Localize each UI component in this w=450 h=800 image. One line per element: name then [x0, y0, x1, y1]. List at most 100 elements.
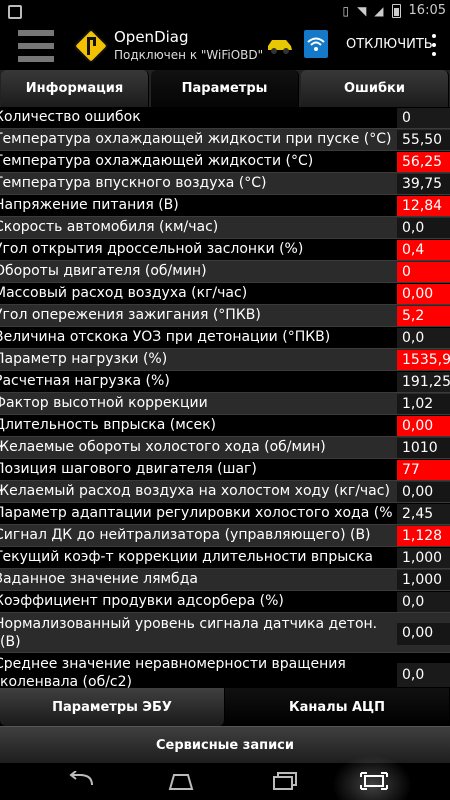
parameter-value: 0,0 [397, 328, 450, 348]
parameter-row[interactable]: Количество ошибок 0 [0, 107, 450, 129]
parameter-value: 0,00 [397, 416, 450, 436]
back-icon[interactable] [66, 769, 96, 793]
parameter-label: Угол открытия дроссельной заслонки (%) [0, 241, 304, 257]
parameter-value: 0,00 [397, 623, 450, 645]
wifi-signal-icon: ◥ [357, 3, 367, 18]
parameter-row[interactable]: Температура впускного воздуха (°C) 39,75 [0, 173, 450, 195]
parameter-value: 1,000 [397, 548, 450, 568]
status-icons: ▯ ◥ ◢ 16:05 [342, 3, 446, 18]
parameter-value: 0,0 [397, 218, 450, 238]
fullscreen-icon[interactable] [356, 769, 392, 793]
status-bar: ▯ ◥ ◢ 16:05 [0, 0, 450, 24]
parameter-row[interactable]: Скорость автомобиля (км/час) 0,0 [0, 217, 450, 239]
clock: 16:05 [408, 3, 446, 18]
parameter-label: Сигнал ДК до нейтрализатора (управляющег… [0, 527, 371, 543]
wifi-adapter-icon[interactable] [304, 30, 328, 58]
navigation-bar [0, 755, 450, 800]
parameter-label: Обороты двигателя (об/мин) [0, 263, 207, 279]
tab-ecu-parameters[interactable]: Параметры ЭБУ [0, 688, 225, 726]
parameter-row[interactable]: Обороты двигателя (об/мин) 0 [0, 261, 450, 283]
image-notification-icon [8, 5, 22, 19]
parameter-row[interactable]: Желаемые обороты холостого хода (об/мин)… [0, 437, 450, 459]
parameter-value: 55,50 [397, 130, 450, 150]
vibrate-icon: ▯ [342, 3, 350, 18]
parameter-value: 0,00 [397, 482, 450, 502]
app-title: OpenDiag [114, 28, 189, 46]
parameter-row[interactable]: Величина отскока УОЗ при детонации (°ПКВ… [0, 327, 450, 349]
car-icon [268, 40, 292, 54]
parameter-row[interactable]: Параметр адаптации регулировки холостого… [0, 503, 450, 525]
parameter-row[interactable]: Температура охлаждающей жидкости (°C) 56,… [0, 151, 450, 173]
parameter-list[interactable]: Количество ошибок 0 Температура охлаждающе… [0, 107, 450, 697]
parameter-row[interactable]: Угол открытия дроссельной заслонки (%) 0,… [0, 239, 450, 261]
parameter-row[interactable]: Коэффициент продувки адсорбера (%) 0,0 [0, 591, 450, 613]
parameter-row[interactable]: Расчетная нагрузка (%) 191,25 [0, 371, 450, 393]
parameter-value: 0 [397, 262, 450, 282]
no-signal-icon: ◢ [374, 3, 384, 18]
parameter-label: Фактор высотной коррекции [0, 395, 208, 411]
parameter-value: 0,00 [397, 284, 450, 304]
app-logo-icon [74, 29, 108, 63]
overflow-menu-icon[interactable] [428, 34, 440, 56]
parameter-label: Параметр адаптации регулировки холостого… [0, 505, 392, 521]
parameter-label: Угол опережения зажигания (°ПКВ) [0, 307, 261, 323]
recent-apps-icon[interactable] [270, 769, 300, 793]
parameter-row[interactable]: Желаемый расход воздуха на холостом ходу… [0, 481, 450, 503]
parameter-row[interactable]: Массовый расход воздуха (кг/час) 0,00 [0, 283, 450, 305]
home-icon[interactable] [166, 769, 196, 793]
parameter-value: 39,75 [397, 174, 450, 194]
parameter-label: Желаемые обороты холостого хода (об/мин) [0, 439, 326, 455]
parameter-row[interactable]: Длительность впрыска (мсек) 0,00 [0, 415, 450, 437]
parameter-label: Длительность впрыска (мсек) [0, 417, 217, 433]
parameter-value: 77 [397, 460, 450, 480]
parameter-label: Скорость автомобиля (км/час) [0, 219, 219, 235]
tab-adc-channels[interactable]: Каналы АЦП [225, 688, 450, 726]
parameter-label: Количество ошибок [0, 109, 141, 125]
tab-information[interactable]: Информация [1, 70, 149, 107]
parameter-row[interactable]: Сигнал ДК до нейтрализатора (управляющег… [0, 525, 450, 547]
parameter-value: 0,0 [397, 592, 450, 612]
parameter-label: Позиция шагового двигателя (шаг) [0, 461, 257, 477]
parameter-value: 0,4 [397, 240, 450, 260]
parameter-value: 1,02 [397, 394, 450, 414]
parameter-value: 5,2 [397, 306, 450, 326]
parameter-value: 1,128 [397, 526, 450, 546]
parameter-value: 0,0 [397, 663, 450, 687]
parameter-value: 0 [397, 108, 450, 128]
parameter-label: Массовый расход воздуха (кг/час) [0, 285, 248, 301]
parameter-row[interactable]: Напряжение питания (В) 12,84 [0, 195, 450, 217]
parameter-label: Нормализованный уровень сигнала датчика … [0, 616, 378, 650]
disconnect-button[interactable]: ОТКЛЮЧИТЬ [346, 37, 433, 52]
parameter-row[interactable]: Текущий коэф-т коррекции длительности вп… [0, 547, 450, 569]
parameter-label: Напряжение питания (В) [0, 197, 179, 213]
bottom-tabs: Параметры ЭБУ Каналы АЦП [0, 688, 450, 726]
parameter-row[interactable]: Позиция шагового двигателя (шаг) 77 [0, 459, 450, 481]
parameter-value: 191,25 [397, 372, 450, 392]
parameter-value: 12,84 [397, 196, 450, 216]
parameter-value: 1535,98 [397, 350, 450, 370]
connection-status: Подключен к "WiFiOBD" [114, 48, 264, 62]
tab-errors[interactable]: Ошибки [301, 70, 449, 107]
parameter-label: Температура охлаждающей жидкости при пус… [0, 131, 392, 147]
parameter-value: 2,45 [397, 504, 450, 524]
parameter-value: 56,25 [397, 152, 450, 172]
parameter-label: Желаемый расход воздуха на холостом ходу… [0, 483, 390, 499]
battery-icon [391, 3, 401, 18]
parameter-label: Заданное значение лямбда [0, 571, 198, 587]
tab-parameters[interactable]: Параметры [151, 70, 299, 107]
parameter-label: Расчетная нагрузка (%) [0, 373, 170, 389]
menu-icon[interactable] [18, 24, 54, 68]
parameter-label: Температура впускного воздуха (°C) [0, 175, 267, 191]
parameter-label: Параметр нагрузки (%) [0, 351, 168, 367]
parameter-row[interactable]: Нормализованный уровень сигнала датчика … [0, 613, 450, 653]
parameter-value: 1,000 [397, 570, 450, 590]
parameter-row[interactable]: Фактор высотной коррекции 1,02 [0, 393, 450, 415]
parameter-row[interactable]: Температура охлаждающей жидкости при пус… [0, 129, 450, 151]
parameter-row[interactable]: Параметр нагрузки (%) 1535,98 [0, 349, 450, 371]
parameter-row[interactable]: Заданное значение лямбда 1,000 [0, 569, 450, 591]
action-bar: OpenDiag Подключен к "WiFiOBD" ОТКЛЮЧИТЬ [0, 24, 450, 70]
parameter-label: Коэффициент продувки адсорбера (%) [0, 593, 284, 609]
parameter-label: Величина отскока УОЗ при детонации (°ПКВ… [0, 329, 331, 345]
parameter-row[interactable]: Угол опережения зажигания (°ПКВ) 5,2 [0, 305, 450, 327]
parameter-label: Температура охлаждающей жидкости (°C) [0, 153, 314, 169]
